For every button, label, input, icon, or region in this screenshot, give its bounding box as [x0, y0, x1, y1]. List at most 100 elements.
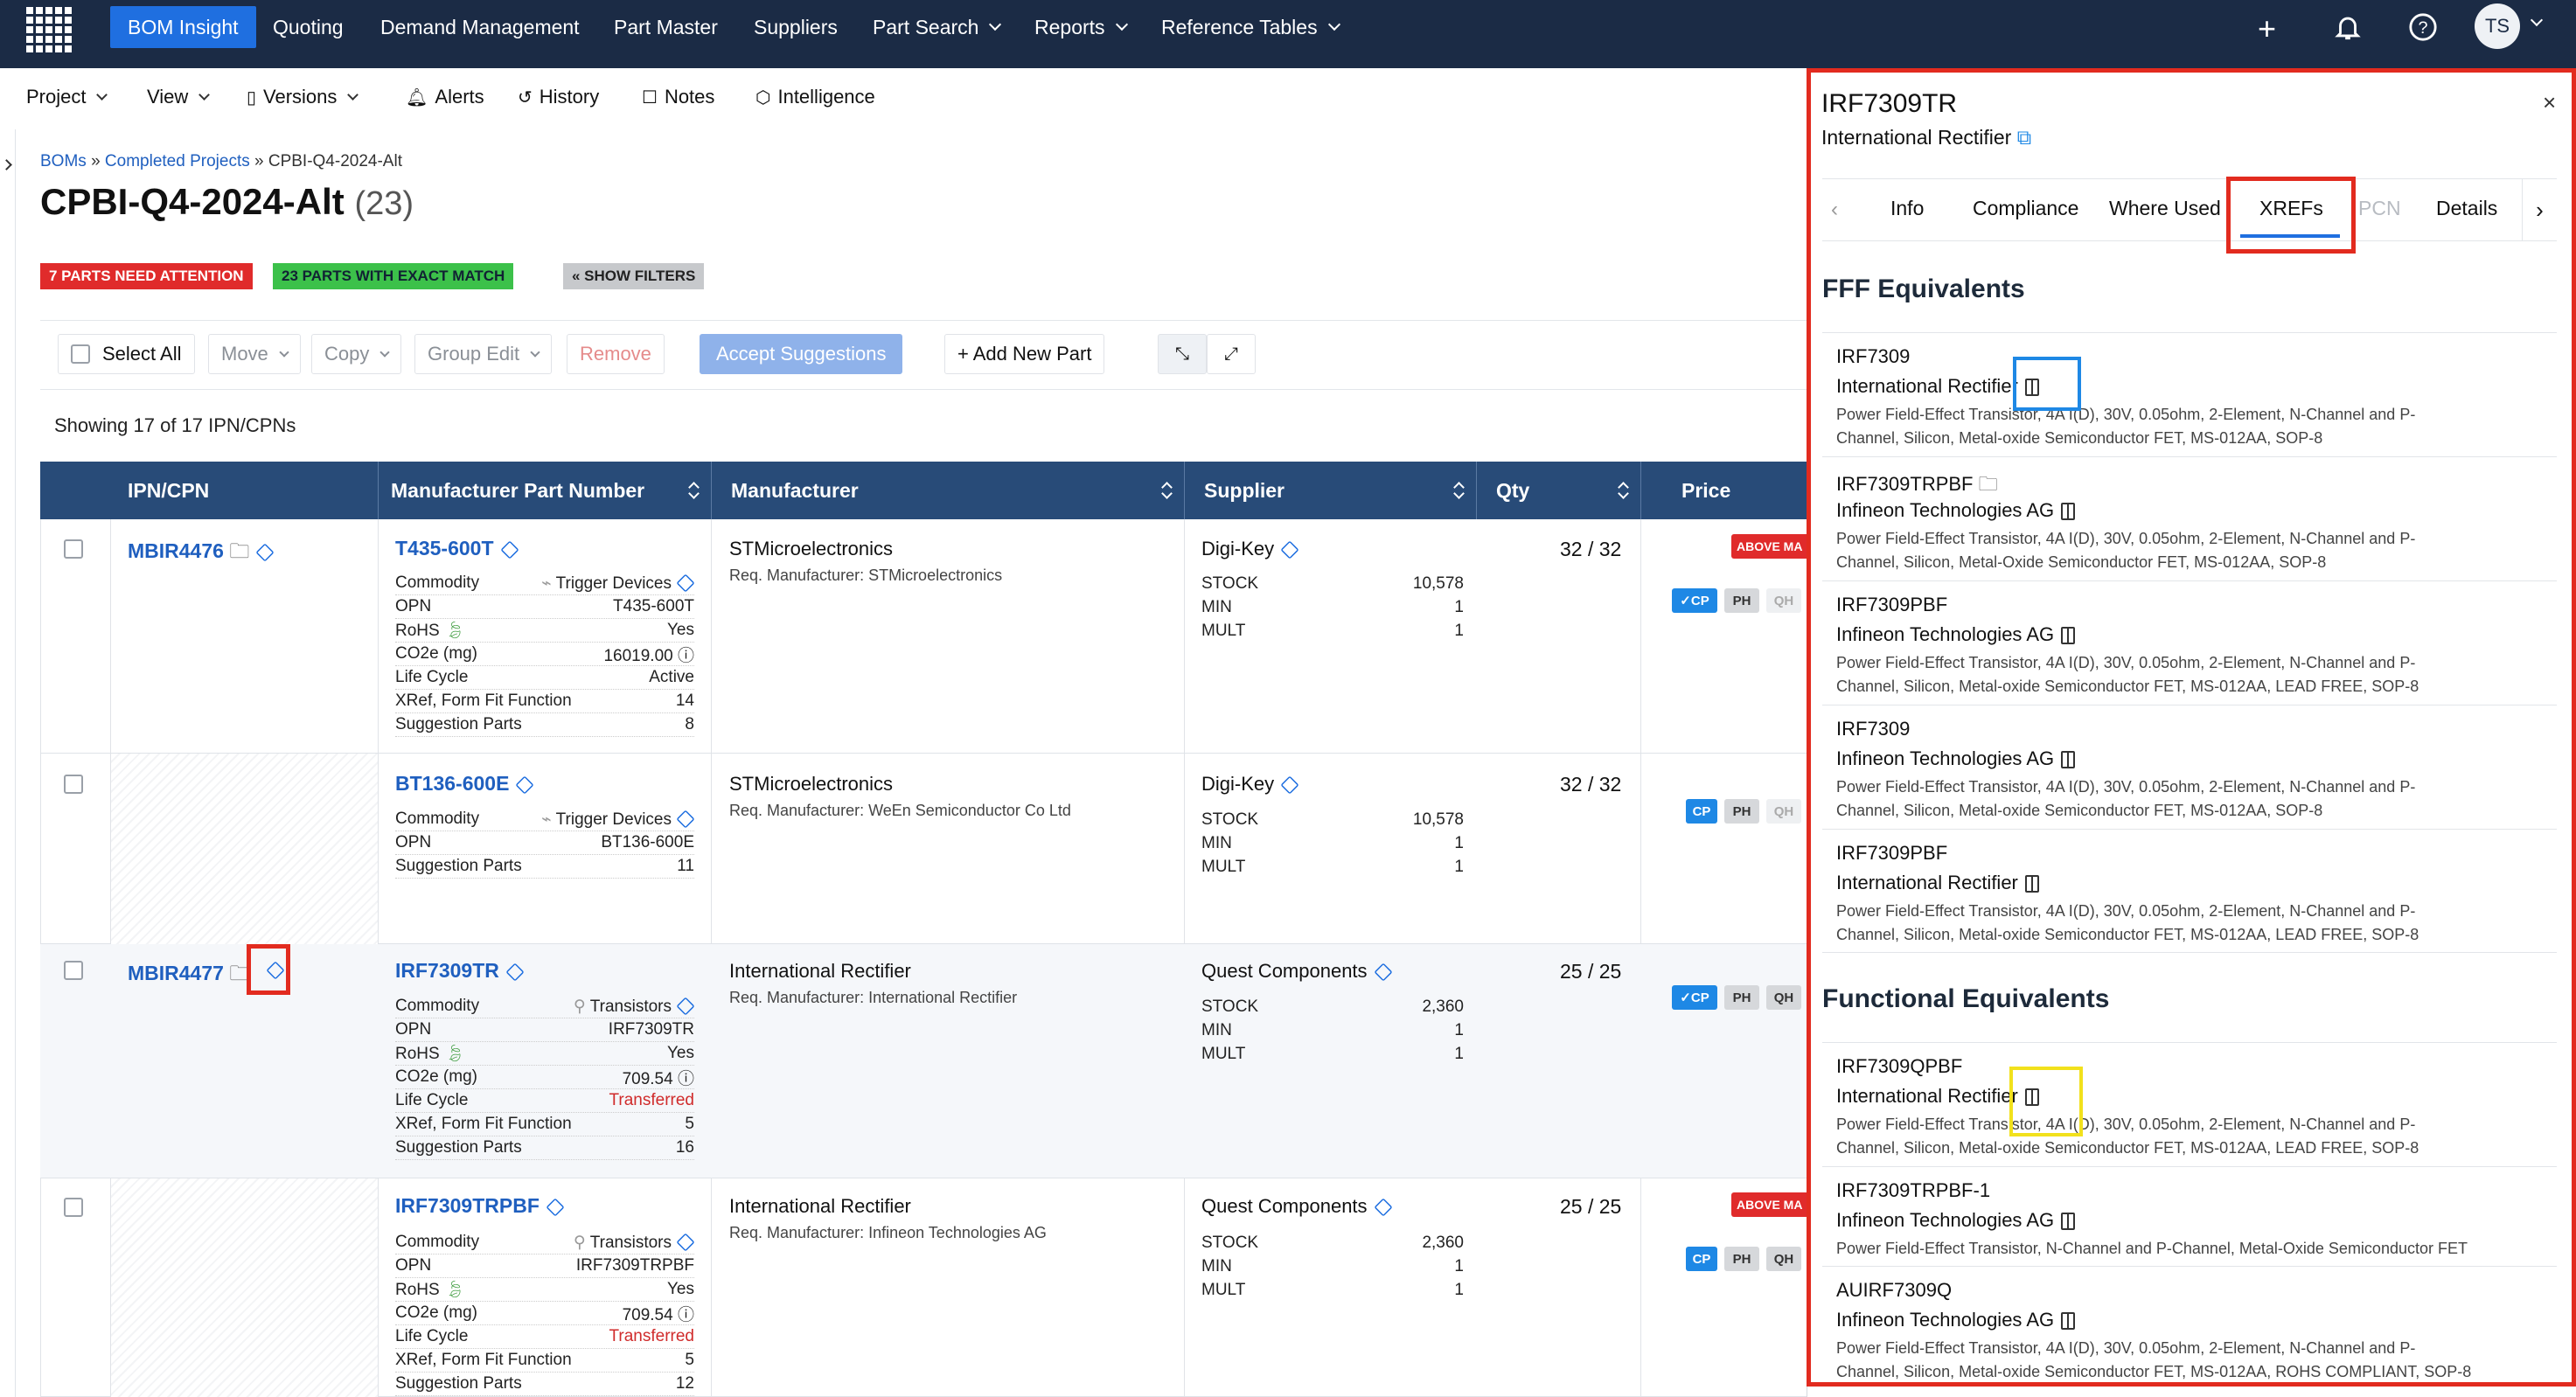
header-price[interactable]: Price [1640, 462, 1807, 519]
datasheet-icon[interactable] [2061, 627, 2076, 645]
datasheet-icon[interactable] [2061, 1213, 2076, 1231]
remove-button[interactable]: Remove [567, 334, 665, 374]
row-checkbox[interactable] [64, 775, 83, 794]
header-manufacturer[interactable]: Manufacturer [711, 462, 1184, 519]
mpn-link[interactable]: T435-600T [395, 537, 519, 560]
datasheet-icon[interactable] [2024, 875, 2039, 893]
tab-compliance[interactable]: Compliance [1973, 197, 2078, 220]
datasheet-icon[interactable] [2061, 751, 2076, 769]
panel-manufacturer[interactable]: International Rectifier ⧉ [1821, 126, 2031, 149]
attr-value[interactable]: 11 [677, 857, 694, 876]
attr-value[interactable]: 16 [676, 1138, 694, 1157]
table-row[interactable] [40, 519, 1807, 754]
xref-part-number[interactable]: IRF7309QPBF [1836, 1055, 1962, 1078]
xref-card[interactable]: IRF7309PBF Infineon Technologies AG Powe… [1822, 580, 2557, 705]
nav-bom-insight[interactable]: BOM Insight [110, 6, 256, 48]
cube-icon[interactable] [499, 540, 519, 559]
ph-pill[interactable]: PH [1724, 1247, 1759, 1271]
move-dropdown[interactable]: Move [208, 334, 301, 374]
nav-suppliers[interactable]: Suppliers [754, 0, 838, 54]
cube-icon[interactable] [1280, 775, 1299, 795]
xref-card[interactable]: IRF7309TRPBF-1 Infineon Technologies AG … [1822, 1166, 2557, 1266]
history-button[interactable]: ↺ History [518, 84, 599, 110]
versions-menu[interactable]: ▯ Versions [247, 84, 359, 110]
sort-icon[interactable] [1618, 482, 1628, 499]
mpn-link[interactable]: IRF7309TRPBF [395, 1194, 565, 1218]
qh-pill[interactable]: QH [1766, 588, 1801, 613]
cube-icon[interactable] [255, 543, 275, 562]
supplier-name[interactable]: Digi-Key [1201, 538, 1299, 560]
bell-icon[interactable] [2333, 12, 2363, 42]
info-icon[interactable]: ⓘ [678, 647, 694, 665]
external-link-icon[interactable]: ⧉ [2017, 126, 2031, 149]
cp-pill[interactable]: ✓CP [1672, 985, 1717, 1010]
attr-value[interactable]: 14 [676, 692, 694, 711]
header-qty[interactable]: Qty [1476, 462, 1640, 519]
cube-icon[interactable] [1280, 540, 1299, 559]
select-all-checkbox[interactable] [71, 344, 90, 364]
intelligence-button[interactable]: ⬡ Intelligence [755, 84, 875, 110]
xref-card[interactable]: IRF7309QPBF International Rectifier Powe… [1822, 1042, 2557, 1166]
accept-suggestions-button[interactable]: Accept Suggestions [700, 334, 903, 374]
xref-part-number[interactable]: AUIRF7309Q [1836, 1279, 1952, 1302]
cube-icon[interactable] [1373, 1198, 1393, 1217]
ipn-link[interactable]: MBIR4477 🗀 [128, 959, 249, 993]
notes-button[interactable]: ☐ Notes [642, 84, 714, 110]
sort-icon[interactable] [1161, 482, 1172, 499]
ipn-link[interactable]: MBIR4476 🗀 [128, 537, 275, 571]
info-icon[interactable]: ⓘ [678, 1070, 694, 1088]
attr-value[interactable]: 8 [685, 715, 694, 734]
qh-pill[interactable]: QH [1766, 799, 1801, 824]
close-icon[interactable]: × [2543, 89, 2556, 116]
collapse-icon[interactable]: ⤡ [1158, 334, 1207, 374]
nav-part-master[interactable]: Part Master [614, 0, 718, 54]
tab-pcn[interactable]: PCN [2358, 197, 2401, 220]
tab-details[interactable]: Details [2436, 197, 2497, 220]
breadcrumb-boms[interactable]: BOMs [40, 152, 87, 170]
help-icon[interactable]: ? [2408, 12, 2438, 42]
nav-reports[interactable]: Reports [1034, 0, 1128, 54]
cp-pill[interactable]: CP [1686, 1247, 1717, 1271]
table-row[interactable] [40, 944, 1807, 1178]
xref-part-number[interactable]: IRF7309TRPBF 🗀 [1836, 469, 1998, 503]
add-new-part-button[interactable]: + Add New Part [944, 334, 1105, 374]
attr-value[interactable]: 5 [685, 1351, 694, 1370]
nav-quoting[interactable]: Quoting [273, 0, 344, 54]
xref-part-number[interactable]: IRF7309 [1836, 718, 1910, 740]
xref-part-number[interactable]: IRF7309TRPBF-1 [1836, 1179, 1990, 1202]
mpn-link[interactable]: BT136-600E [395, 772, 535, 796]
alerts-button[interactable]: 🔔︎ Alerts [406, 84, 484, 110]
nav-reference-tables[interactable]: Reference Tables [1161, 0, 1340, 54]
sort-icon[interactable] [1453, 482, 1464, 499]
datasheet-icon[interactable] [2061, 1312, 2076, 1331]
show-filters-button[interactable]: « SHOW FILTERS [563, 263, 705, 289]
xref-part-number[interactable]: IRF7309PBF [1836, 842, 1947, 865]
exact-match-badge[interactable]: 23 PARTS WITH EXACT MATCH [273, 263, 514, 289]
chevron-left-icon[interactable]: ‹ [1831, 198, 1838, 222]
xref-part-number[interactable]: IRF7309 [1836, 345, 1910, 368]
user-avatar[interactable]: TS [2475, 3, 2520, 49]
qh-pill[interactable]: QH [1766, 1247, 1801, 1271]
header-supplier[interactable]: Supplier [1184, 462, 1476, 519]
cp-pill[interactable]: ✓CP [1672, 588, 1717, 613]
select-all-button[interactable]: Select All [58, 334, 195, 374]
breadcrumb-completed-projects[interactable]: Completed Projects [105, 152, 250, 170]
nav-part-search[interactable]: Part Search [873, 0, 1002, 54]
cube-icon[interactable] [505, 963, 525, 982]
supplier-name[interactable]: Quest Components [1201, 960, 1393, 983]
mpn-link[interactable]: IRF7309TR [395, 959, 525, 983]
xref-card[interactable]: IRF7309TRPBF 🗀 Infineon Technologies AG … [1822, 456, 2557, 580]
cube-icon[interactable] [546, 1198, 565, 1217]
expand-icon[interactable]: ⤢ [1207, 334, 1256, 374]
header-mpn[interactable]: Manufacturer Part Number [378, 462, 711, 519]
supplier-name[interactable]: Quest Components [1201, 1195, 1393, 1218]
xref-part-number[interactable]: IRF7309PBF [1836, 594, 1947, 616]
app-grid-icon[interactable] [26, 7, 72, 52]
tab-where-used[interactable]: Where Used [2109, 197, 2221, 220]
plus-icon[interactable]: + [2258, 10, 2276, 47]
cube-icon[interactable] [515, 775, 535, 795]
ph-pill[interactable]: PH [1724, 588, 1759, 613]
nav-demand-management[interactable]: Demand Management [380, 0, 580, 54]
qh-pill[interactable]: QH [1766, 985, 1801, 1010]
copy-dropdown[interactable]: Copy [311, 334, 402, 374]
